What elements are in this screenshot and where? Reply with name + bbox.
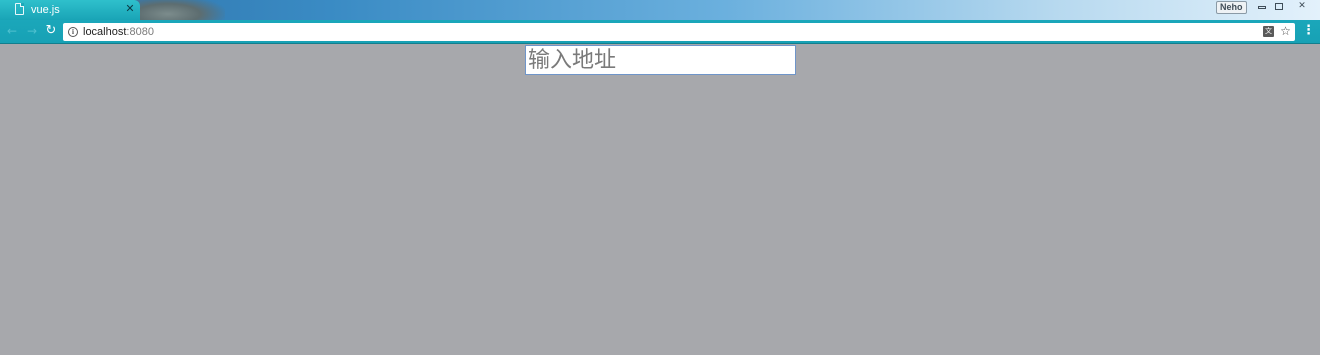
tab-title: vue.js: [31, 4, 60, 16]
maximize-button[interactable]: [1271, 1, 1287, 12]
profile-badge[interactable]: Neho: [1216, 1, 1247, 14]
maximize-icon: [1275, 3, 1283, 10]
address-input[interactable]: [525, 45, 796, 75]
minimize-icon: [1258, 6, 1266, 9]
title-bar: vue.js ✕ Neho ✕: [0, 0, 1320, 20]
document-icon: [15, 3, 24, 15]
url-host: localhost: [83, 26, 127, 38]
theme-background-art: [130, 0, 225, 20]
browser-tab[interactable]: vue.js ✕: [0, 0, 140, 20]
window-close-button[interactable]: ✕: [1294, 1, 1310, 12]
tab-close-icon[interactable]: ✕: [124, 3, 136, 15]
translate-icon[interactable]: 文: [1263, 26, 1274, 37]
page-content: [0, 44, 1320, 355]
kebab-menu-icon[interactable]: ⋮: [1302, 23, 1315, 39]
back-arrow-icon[interactable]: ←: [4, 23, 20, 39]
forward-arrow-icon[interactable]: →: [24, 23, 40, 39]
minimize-button[interactable]: [1254, 1, 1270, 12]
bookmark-star-icon[interactable]: ☆: [1279, 24, 1292, 38]
browser-window: vue.js ✕ Neho ✕ ← → ↻ i localhost:8080 文…: [0, 0, 1320, 355]
info-icon[interactable]: i: [68, 27, 78, 37]
browser-toolbar: ← → ↻ i localhost:8080 文 ☆ ⋮: [0, 20, 1320, 44]
url-port: :8080: [126, 26, 154, 38]
address-bar[interactable]: i localhost:8080 文 ☆: [63, 23, 1295, 41]
url-text[interactable]: localhost:8080: [83, 25, 154, 39]
reload-icon[interactable]: ↻: [43, 23, 59, 39]
